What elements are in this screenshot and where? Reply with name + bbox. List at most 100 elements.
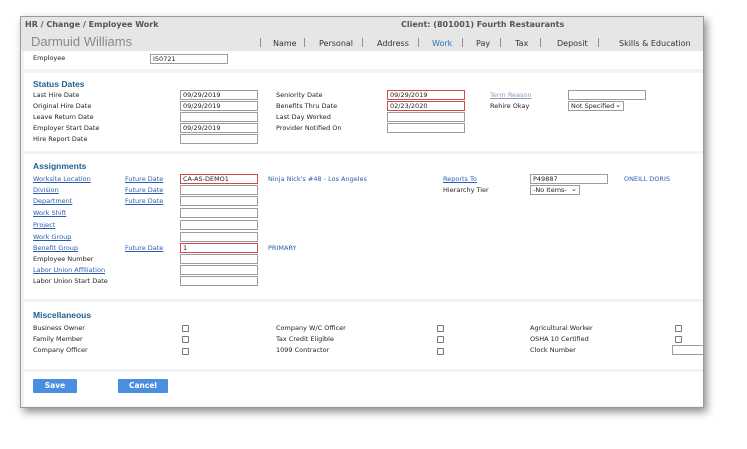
employer-start-date-label: Employer Start Date [33, 124, 100, 132]
employee-work-window: HR / Change / Employee Work Client: (801… [20, 16, 704, 408]
employer-start-date-field[interactable]: 09/29/2019 [180, 123, 258, 133]
project-field[interactable] [180, 220, 258, 230]
benefits-thru-date-field[interactable]: 02/23/2020 [387, 101, 465, 111]
tab-work[interactable]: Work [432, 39, 452, 48]
breadcrumb: HR / Change / Employee Work [25, 20, 159, 29]
department-link[interactable]: Department [33, 197, 72, 205]
last-day-worked-field[interactable] [387, 112, 465, 122]
tab-separator: | [499, 38, 503, 48]
tab-separator: | [361, 38, 365, 48]
benefits-thru-date-label: Benefits Thru Date [276, 102, 338, 110]
tab-separator: | [259, 38, 263, 48]
agricultural-worker-checkbox[interactable] [675, 325, 682, 332]
clock-number-field[interactable] [672, 345, 703, 355]
last-hire-date-label: Last Hire Date [33, 91, 80, 99]
tab-tax[interactable]: Tax [515, 39, 528, 48]
tab-skills-education[interactable]: Skills & Education [619, 39, 691, 48]
action-bar: Save Cancel [24, 372, 703, 406]
original-hire-date-field[interactable]: 09/29/2019 [180, 101, 258, 111]
tab-deposit[interactable]: Deposit [557, 39, 588, 48]
seniority-date-field[interactable]: 09/29/2019 [387, 90, 465, 100]
hire-report-date-label: Hire Report Date [33, 135, 88, 143]
work-shift-field[interactable] [180, 208, 258, 218]
business-owner-checkbox[interactable] [182, 325, 189, 332]
employee-label: Employee [33, 54, 66, 62]
work-group-link[interactable]: Work Group [33, 233, 71, 241]
tab-separator: | [539, 38, 543, 48]
tab-separator: | [303, 38, 307, 48]
term-reason-field[interactable] [568, 90, 646, 100]
header-bar: HR / Change / Employee Work Client: (801… [21, 17, 703, 51]
tab-name[interactable]: Name [273, 39, 297, 48]
status-dates-panel: Status Dates Last Hire Date 09/29/2019 O… [24, 73, 703, 151]
reports-to-link[interactable]: Reports To [443, 175, 477, 183]
osha-10-certified-label: OSHA 10 Certified [530, 335, 589, 343]
agricultural-worker-label: Agricultural Worker [530, 324, 593, 332]
work-shift-link[interactable]: Work Shift [33, 209, 66, 217]
tab-separator: | [597, 38, 601, 48]
labor-union-affiliation-field[interactable] [180, 265, 258, 275]
division-future-date-link[interactable]: Future Date [125, 186, 163, 194]
leave-return-date-label: Leave Return Date [33, 113, 94, 121]
contractor-1099-label: 1099 Contractor [276, 346, 330, 354]
assignments-panel: Assignments Worksite Location Future Dat… [24, 154, 703, 299]
hierarchy-tier-select[interactable]: -No Items- ⌄ [530, 185, 580, 195]
benefit-group-description: PRIMARY [268, 244, 297, 252]
assignments-heading: Assignments [33, 161, 87, 171]
hierarchy-tier-label: Hierarchy Tier [443, 186, 489, 194]
save-button[interactable]: Save [33, 379, 77, 393]
last-hire-date-field[interactable]: 09/29/2019 [180, 90, 258, 100]
employee-number-field[interactable] [180, 254, 258, 264]
cancel-button[interactable]: Cancel [118, 379, 168, 393]
worksite-location-description: Ninja Nick's #48 - Los Angeles [268, 175, 367, 183]
company-officer-checkbox[interactable] [182, 348, 189, 355]
business-owner-label: Business Owner [33, 324, 85, 332]
family-member-checkbox[interactable] [182, 336, 189, 343]
division-link[interactable]: Division [33, 186, 59, 194]
worksite-future-date-link[interactable]: Future Date [125, 175, 163, 183]
tab-pay[interactable]: Pay [476, 39, 490, 48]
labor-union-start-date-label: Labor Union Start Date [33, 277, 108, 285]
client-label: Client: (801001) Fourth Restaurants [401, 20, 565, 29]
chevron-down-icon: ⌄ [571, 185, 577, 193]
rehire-okay-select[interactable]: Not Specified ⌄ [568, 101, 624, 111]
provider-notified-on-field[interactable] [387, 123, 465, 133]
company-wc-officer-label: Company W/C Officer [276, 324, 346, 332]
project-link[interactable]: Project [33, 221, 55, 229]
tax-credit-eligible-checkbox[interactable] [437, 336, 444, 343]
department-future-date-link[interactable]: Future Date [125, 197, 163, 205]
worksite-location-link[interactable]: Worksite Location [33, 175, 91, 183]
tax-credit-eligible-label: Tax Credit Eligible [276, 335, 334, 343]
tab-personal[interactable]: Personal [319, 39, 353, 48]
employee-panel: Employee I50721 [24, 51, 703, 69]
worksite-location-field[interactable]: CA-AS-DEMO1 [180, 174, 258, 184]
employee-number-label: Employee Number [33, 255, 94, 263]
employee-id-field[interactable]: I50721 [150, 54, 228, 64]
benefit-group-field[interactable]: 1 [180, 243, 258, 253]
benefit-future-date-link[interactable]: Future Date [125, 244, 163, 252]
hire-report-date-field[interactable] [180, 134, 258, 144]
seniority-date-label: Seniority Date [276, 91, 323, 99]
reports-to-field[interactable]: P49887 [530, 174, 608, 184]
department-field[interactable] [180, 196, 258, 206]
leave-return-date-field[interactable] [180, 112, 258, 122]
last-day-worked-label: Last Day Worked [276, 113, 331, 121]
labor-union-affiliation-link[interactable]: Labor Union Affiliation [33, 266, 105, 274]
reports-to-description: ONEILL DORIS [624, 175, 670, 183]
miscellaneous-heading: Miscellaneous [33, 310, 92, 320]
miscellaneous-panel: Miscellaneous Business Owner Family Memb… [24, 302, 703, 369]
benefit-group-link[interactable]: Benefit Group [33, 244, 78, 252]
labor-union-start-date-field[interactable] [180, 276, 258, 286]
work-group-field[interactable] [180, 232, 258, 242]
family-member-label: Family Member [33, 335, 83, 343]
division-field[interactable] [180, 185, 258, 195]
company-wc-officer-checkbox[interactable] [437, 325, 444, 332]
tab-address[interactable]: Address [377, 39, 409, 48]
tab-separator: | [417, 38, 421, 48]
clock-number-label: Clock Number [530, 346, 576, 354]
rehire-okay-value: Not Specified [571, 102, 615, 110]
osha-10-certified-checkbox[interactable] [675, 336, 682, 343]
term-reason-link[interactable]: Term Reason [490, 91, 532, 99]
provider-notified-on-label: Provider Notified On [276, 124, 342, 132]
contractor-1099-checkbox[interactable] [437, 348, 444, 355]
